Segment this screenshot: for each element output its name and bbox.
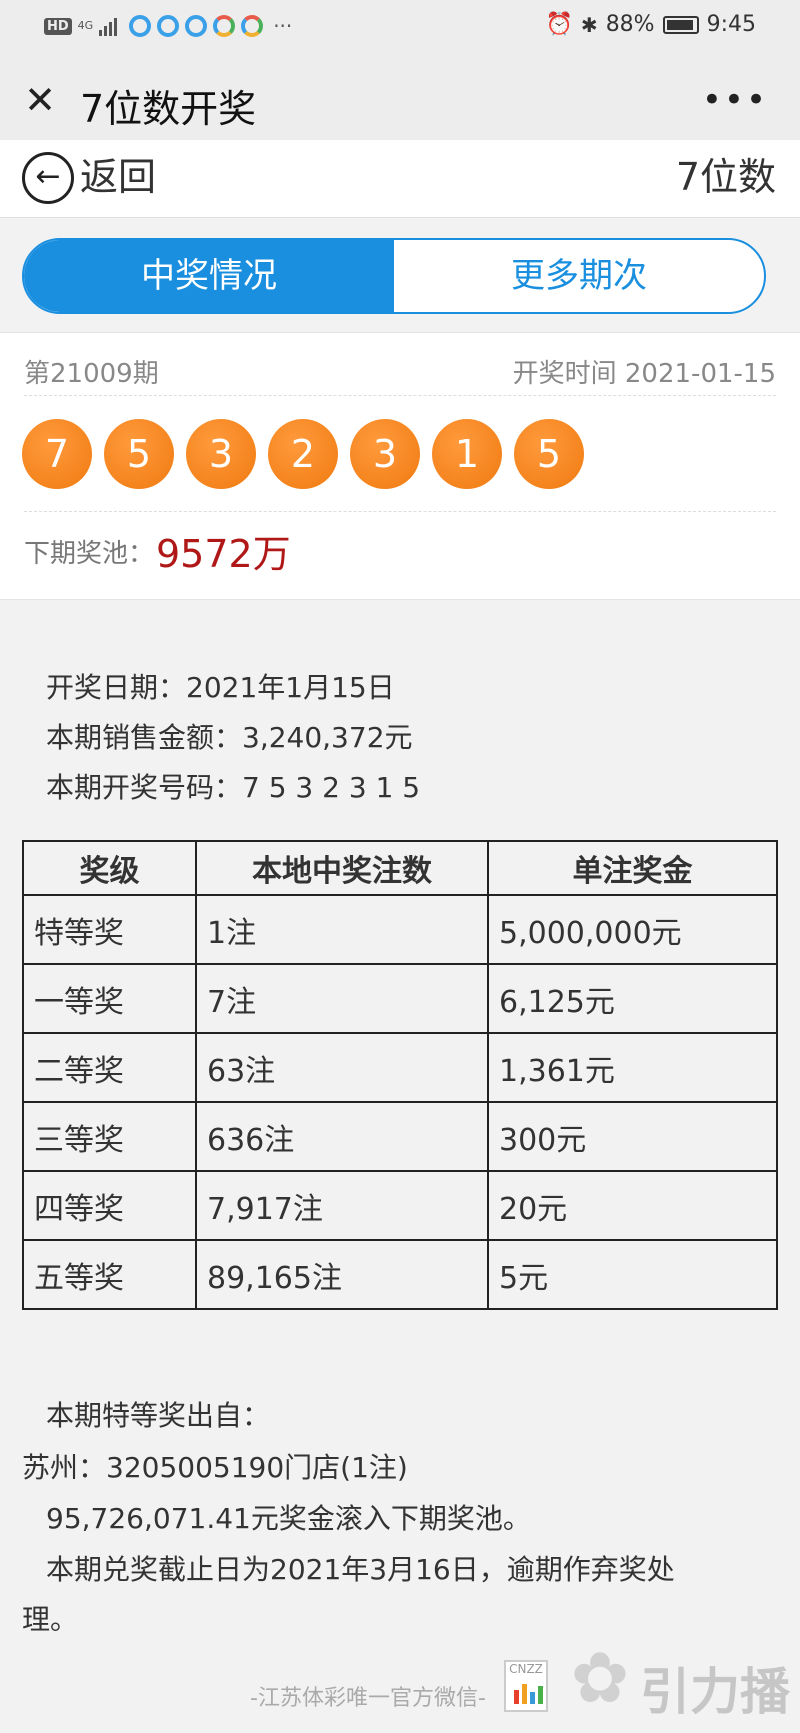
network-type: 4G — [77, 19, 94, 32]
prize-table: 奖级 本地中奖注数 单注奖金 特等奖 1注 5,000,000元 一等奖 7注 … — [22, 840, 778, 1310]
number-ball: 5 — [104, 419, 174, 489]
number-ball: 5 — [514, 419, 584, 489]
rollover-note: 95,726,071.41元奖金滚入下期奖池。 — [46, 1502, 531, 1535]
app-notification-icon — [129, 15, 152, 37]
draw-date-line: 开奖日期：2021年1月15日 — [46, 671, 395, 704]
prize-level: 特等奖 — [22, 894, 197, 965]
winner-count: 1注 — [195, 894, 489, 965]
number-ball: 7 — [22, 419, 92, 489]
winner-count: 7,917注 — [195, 1170, 489, 1241]
divider — [24, 395, 776, 396]
cnzz-logo[interactable]: CNZZ — [504, 1660, 548, 1712]
status-bar: HD 4G ··· ⏰ ✱ 88% 9:45 — [0, 0, 800, 56]
prize-amount: 5,000,000元 — [487, 894, 778, 965]
tab-more-issues[interactable]: 更多期次 — [394, 240, 764, 312]
table-row: 五等奖 89,165注 5元 — [22, 1239, 778, 1310]
stats-bars-icon — [514, 1684, 543, 1704]
back-arrow-icon[interactable]: ← — [22, 152, 74, 204]
number-ball: 3 — [186, 419, 256, 489]
footer-text: -江苏体彩唯一官方微信- — [250, 1686, 486, 1711]
prize-amount: 6,125元 — [487, 963, 778, 1034]
claim-deadline-note: 本期兑奖截止日为2021年3月16日，逾期作弃奖处 — [46, 1553, 675, 1586]
header-winner-count: 本地中奖注数 — [195, 840, 489, 896]
app-notification-icon — [241, 15, 264, 37]
page-title: 7位数开奖 — [80, 87, 257, 131]
app-notification-icon — [185, 15, 208, 37]
back-row: ← 返回 7位数 — [0, 140, 800, 218]
prize-level: 一等奖 — [22, 963, 197, 1034]
notification-icons — [129, 15, 264, 37]
more-notifications-icon: ··· — [273, 14, 293, 38]
special-prize-store: 苏州：3205005190门店(1注) — [22, 1451, 408, 1484]
close-icon[interactable]: ✕ — [20, 80, 60, 120]
status-left: HD 4G ··· — [44, 14, 292, 38]
pool-label: 下期奖池： — [24, 539, 155, 569]
flower-logo-icon: ✿ — [570, 1637, 630, 1719]
pool-value: 9572万 — [156, 532, 291, 576]
battery-icon — [662, 15, 699, 34]
table-row: 二等奖 63注 1,361元 — [22, 1032, 778, 1103]
winner-count: 63注 — [195, 1032, 489, 1103]
battery-percent: 88% — [605, 12, 655, 37]
winner-count: 89,165注 — [195, 1239, 489, 1310]
number-ball: 2 — [268, 419, 338, 489]
status-right: ⏰ ✱ 88% 9:45 — [546, 12, 756, 37]
title-bar: ✕ 7位数开奖 ••• — [0, 56, 800, 152]
tab-winning-info[interactable]: 中奖情况 — [24, 240, 394, 312]
back-button[interactable]: 返回 — [80, 146, 156, 201]
clock: 9:45 — [706, 12, 756, 37]
table-row: 三等奖 636注 300元 — [22, 1101, 778, 1172]
winning-numbers: 7 5 3 2 3 1 5 — [22, 419, 584, 489]
bluetooth-icon: ✱ — [580, 12, 598, 37]
table-row: 四等奖 7,917注 20元 — [22, 1170, 778, 1241]
claim-deadline-note-cont: 理。 — [22, 1603, 79, 1636]
prize-level: 四等奖 — [22, 1170, 197, 1241]
app-notification-icon — [157, 15, 180, 37]
prize-amount: 300元 — [487, 1101, 778, 1172]
app-notification-icon — [213, 15, 236, 37]
header-prize-level: 奖级 — [22, 840, 197, 896]
watermark: ✿ 引力播 — [560, 1638, 790, 1728]
draw-numbers-line: 本期开奖号码：7 5 3 2 3 1 5 — [46, 771, 421, 804]
winner-count: 636注 — [195, 1101, 489, 1172]
sales-amount-line: 本期销售金额：3,240,372元 — [46, 721, 413, 754]
alarm-icon: ⏰ — [545, 12, 573, 37]
signal-icon — [99, 16, 118, 36]
watermark-text: 引力播 — [640, 1663, 790, 1721]
table-row: 特等奖 1注 5,000,000元 — [22, 894, 778, 965]
draw-time: 开奖时间 2021-01-15 — [512, 359, 776, 389]
prize-level: 二等奖 — [22, 1032, 197, 1103]
prize-amount: 1,361元 — [487, 1032, 778, 1103]
prize-level: 三等奖 — [22, 1101, 197, 1172]
hd-badge: HD — [44, 17, 72, 35]
draw-card: 第21009期 开奖时间 2021-01-15 7 5 3 2 3 1 5 下期… — [0, 332, 800, 600]
header-prize-amount: 单注奖金 — [487, 840, 778, 896]
prize-level: 五等奖 — [22, 1239, 197, 1310]
divider — [24, 511, 776, 512]
number-ball: 3 — [350, 419, 420, 489]
number-ball: 1 — [432, 419, 502, 489]
lottery-type-label: 7位数 — [675, 155, 776, 199]
winner-count: 7注 — [195, 963, 489, 1034]
prize-amount: 20元 — [487, 1170, 778, 1241]
table-row: 一等奖 7注 6,125元 — [22, 963, 778, 1034]
prize-amount: 5元 — [487, 1239, 778, 1310]
tab-bar: 中奖情况 更多期次 — [22, 238, 766, 314]
special-prize-source-label: 本期特等奖出自： — [46, 1399, 271, 1432]
more-icon[interactable]: ••• — [702, 80, 768, 120]
issue-number: 第21009期 — [24, 359, 159, 389]
table-header-row: 奖级 本地中奖注数 单注奖金 — [22, 840, 778, 896]
